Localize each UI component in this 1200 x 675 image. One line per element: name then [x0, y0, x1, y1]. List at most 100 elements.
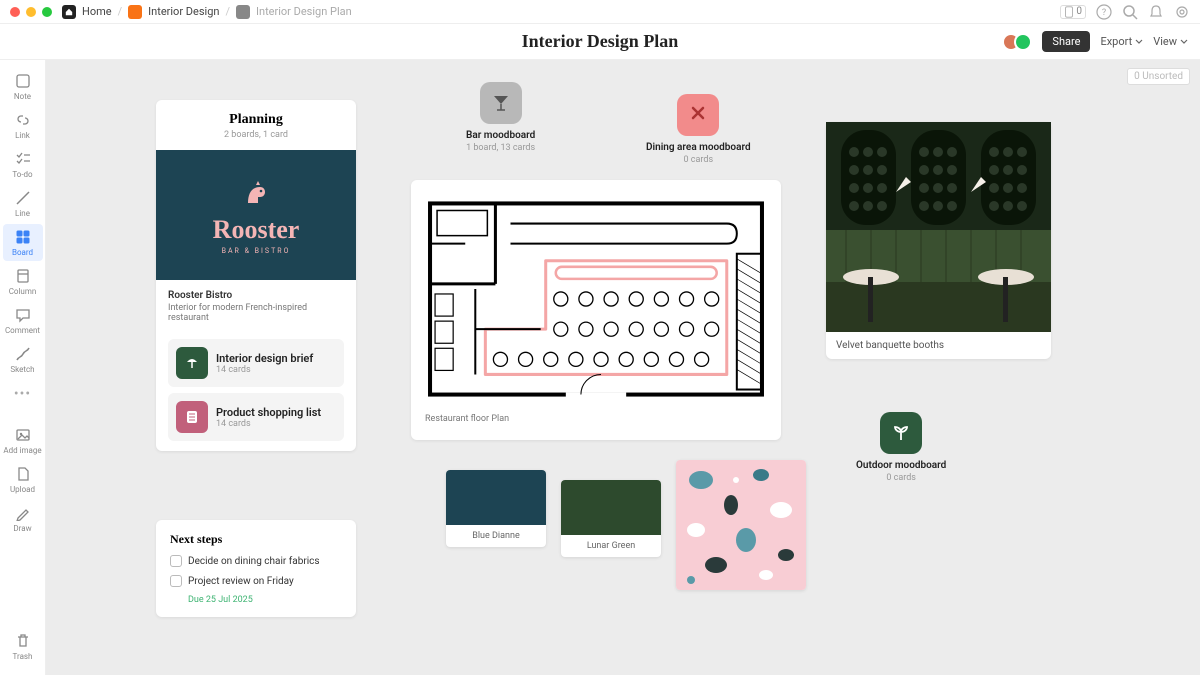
- tool-label: Upload: [10, 485, 35, 494]
- rooster-icon: [238, 175, 274, 211]
- mood-count: 1 board, 13 cards: [466, 143, 535, 153]
- maximize-window-icon[interactable]: [42, 7, 52, 17]
- tool-sketch[interactable]: Sketch: [3, 341, 43, 378]
- banquette-photo-card[interactable]: Velvet banquette booths: [826, 122, 1051, 359]
- page-title: Interior Design Plan: [522, 31, 679, 52]
- export-menu[interactable]: Export: [1100, 35, 1143, 48]
- tool-label: Sketch: [10, 365, 34, 374]
- martini-icon: [480, 82, 522, 124]
- tool-link[interactable]: Link: [3, 107, 43, 144]
- color-label: Lunar Green: [561, 535, 661, 557]
- search-icon[interactable]: [1122, 4, 1138, 20]
- close-window-icon[interactable]: [10, 7, 20, 17]
- brief-count: 14 cards: [216, 365, 313, 375]
- breadcrumb-folder[interactable]: Interior Design: [148, 5, 219, 18]
- avatar[interactable]: [1014, 33, 1032, 51]
- checkbox[interactable]: [170, 575, 182, 587]
- mood-title: Bar moodboard: [466, 130, 535, 141]
- window-controls[interactable]: [10, 7, 52, 17]
- topbar: Home / Interior Design / Interior Design…: [0, 0, 1200, 24]
- dining-moodboard[interactable]: Dining area moodboard 0 cards: [646, 94, 751, 165]
- tool-label: Add image: [3, 446, 41, 455]
- planning-title: Planning: [156, 112, 356, 128]
- board-icon: [14, 228, 32, 246]
- next-steps-card[interactable]: Next steps Decide on dining chair fabric…: [156, 520, 356, 617]
- folder-icon[interactable]: [128, 5, 142, 19]
- unsorted-pill[interactable]: 0 Unsorted: [1127, 68, 1190, 85]
- mood-count: 0 cards: [856, 473, 946, 483]
- todo-label: Decide on dining chair fabrics: [188, 556, 320, 567]
- tool-trash[interactable]: Trash: [3, 628, 43, 665]
- breadcrumb-sep-icon: /: [118, 5, 123, 18]
- planning-card[interactable]: Planning 2 boards, 1 card Rooster BAR & …: [156, 100, 356, 451]
- topbar-actions: 0 ?: [1060, 4, 1190, 20]
- floorplan-caption: Restaurant floor Plan: [425, 414, 767, 424]
- export-label: Export: [1100, 35, 1132, 48]
- floorplan-card[interactable]: Restaurant floor Plan: [411, 180, 781, 440]
- tool-addimage[interactable]: Add image: [3, 422, 43, 459]
- tool-label: Comment: [5, 326, 40, 335]
- toolbar: Note Link To-do Line Board Column Commen…: [0, 60, 46, 675]
- pencil-icon: [14, 504, 32, 522]
- canvas[interactable]: 0 Unsorted Planning 2 boards, 1 card R: [46, 60, 1200, 675]
- swatch-blue[interactable]: Blue Dianne: [446, 470, 546, 547]
- tool-note[interactable]: Note: [3, 68, 43, 105]
- bar-moodboard[interactable]: Bar moodboard 1 board, 13 cards: [466, 82, 535, 153]
- cutlery-icon: [677, 94, 719, 136]
- tool-label: Draw: [13, 524, 31, 533]
- tool-upload[interactable]: Upload: [3, 461, 43, 498]
- breadcrumb-home[interactable]: Home: [82, 5, 112, 18]
- tool-comment[interactable]: Comment: [3, 302, 43, 339]
- tool-more[interactable]: •••: [14, 380, 31, 408]
- phone-icon: [1064, 6, 1074, 18]
- header-actions: Share Export View: [1008, 31, 1188, 52]
- tool-draw[interactable]: Draw: [3, 500, 43, 537]
- todo-item[interactable]: Project review on Friday: [170, 575, 342, 587]
- tool-label: Column: [9, 287, 37, 296]
- brand-name: Rooster: [213, 215, 300, 245]
- rooster-title: Rooster Bistro: [168, 290, 344, 301]
- tool-todo[interactable]: To-do: [3, 146, 43, 183]
- unsorted-label: Unsorted: [1142, 71, 1183, 82]
- shopping-card[interactable]: Product shopping list 14 cards: [168, 393, 344, 441]
- planning-header: Planning 2 boards, 1 card: [156, 112, 356, 140]
- due-date: Due 25 Jul 2025: [188, 595, 342, 605]
- floorplan-drawing: [425, 194, 767, 404]
- doc-icon: [236, 5, 250, 19]
- rooster-desc: Interior for modern French-inspired rest…: [168, 303, 344, 323]
- breadcrumb-current: Interior Design Plan: [256, 5, 352, 18]
- brand-logo-card[interactable]: Rooster BAR & BISTRO: [156, 150, 356, 280]
- todo-item[interactable]: Decide on dining chair fabrics: [170, 555, 342, 567]
- swatch-green[interactable]: Lunar Green: [561, 480, 661, 557]
- tool-column[interactable]: Column: [3, 263, 43, 300]
- tool-board[interactable]: Board: [3, 224, 43, 261]
- chevron-down-icon: [1135, 38, 1143, 46]
- view-label: View: [1153, 35, 1177, 48]
- checkbox[interactable]: [170, 555, 182, 567]
- badge-count: 0: [1076, 6, 1082, 17]
- home-icon[interactable]: [62, 5, 76, 19]
- share-button[interactable]: Share: [1042, 31, 1090, 52]
- brand-description: Rooster Bistro Interior for modern Frenc…: [156, 280, 356, 333]
- lamp-icon: [176, 347, 208, 379]
- brief-card[interactable]: Interior design brief 14 cards: [168, 339, 344, 387]
- outdoor-moodboard[interactable]: Outdoor moodboard 0 cards: [856, 412, 946, 483]
- gear-icon[interactable]: [1174, 4, 1190, 20]
- tool-label: Trash: [13, 652, 33, 661]
- view-menu[interactable]: View: [1153, 35, 1188, 48]
- note-icon: [14, 72, 32, 90]
- tool-line[interactable]: Line: [3, 185, 43, 222]
- trash-icon: [14, 632, 32, 650]
- inbox-badge[interactable]: 0: [1060, 5, 1086, 19]
- column-icon: [14, 267, 32, 285]
- terrazzo-sample[interactable]: [676, 460, 806, 590]
- minimize-window-icon[interactable]: [26, 7, 36, 17]
- photo-caption: Velvet banquette booths: [826, 332, 1051, 359]
- unsorted-count: 0: [1134, 71, 1140, 82]
- help-icon[interactable]: ?: [1096, 4, 1112, 20]
- tool-label: Line: [15, 209, 30, 218]
- bell-icon[interactable]: [1148, 4, 1164, 20]
- breadcrumb: Home / Interior Design / Interior Design…: [62, 5, 352, 19]
- collaborator-avatars[interactable]: [1008, 33, 1032, 51]
- svg-text:?: ?: [1102, 8, 1106, 18]
